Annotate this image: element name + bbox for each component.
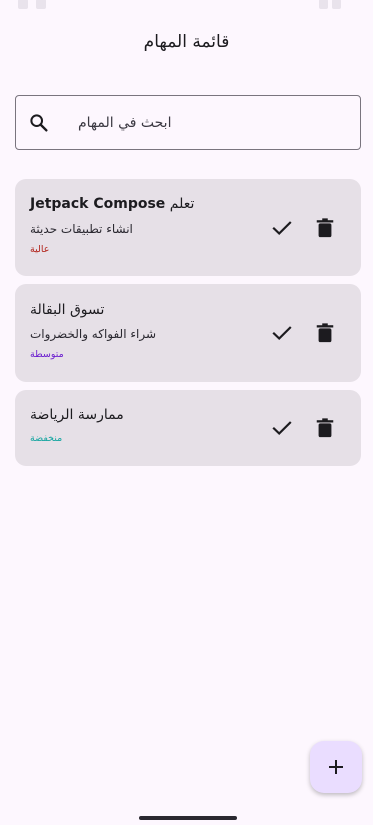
task-title-text: تعلم [165,196,195,212]
search-icon [30,114,48,132]
delete-icon[interactable] [314,321,336,345]
task-card[interactable]: تعلم Jetpack Compose انشاء تطبيقات حديثة… [15,179,361,276]
task-card[interactable]: ممارسة الرياضة منخفضة [15,390,361,466]
task-title-bold: Jetpack Compose [30,196,166,212]
status-icons-right [315,0,355,9]
check-icon[interactable] [270,416,294,440]
task-title: تعلم Jetpack Compose [30,194,194,214]
task-title: ممارسة الرياضة [30,407,124,423]
add-icon [329,760,343,774]
search-field[interactable]: ابحث في المهام [15,95,361,150]
status-bar [0,0,373,14]
task-description: شراء الفواكه والخضروات [30,327,157,341]
delete-icon[interactable] [314,416,336,440]
home-indicator[interactable] [139,816,237,820]
check-icon[interactable] [270,321,294,345]
search-input[interactable]: ابحث في المهام [78,112,171,134]
add-task-button[interactable] [310,741,362,793]
task-title: تسوق البقالة [30,302,105,318]
task-priority: عالية [30,244,50,255]
status-icons-left [18,0,74,9]
task-card[interactable]: تسوق البقالة شراء الفواكه والخضروات متوس… [15,284,361,382]
task-priority: منخفضة [30,433,63,444]
delete-icon[interactable] [314,216,336,240]
check-icon[interactable] [270,216,294,240]
task-description: انشاء تطبيقات حديثة [30,222,133,236]
page-title: قائمة المهام [143,32,230,52]
task-priority: متوسطة [30,349,64,360]
